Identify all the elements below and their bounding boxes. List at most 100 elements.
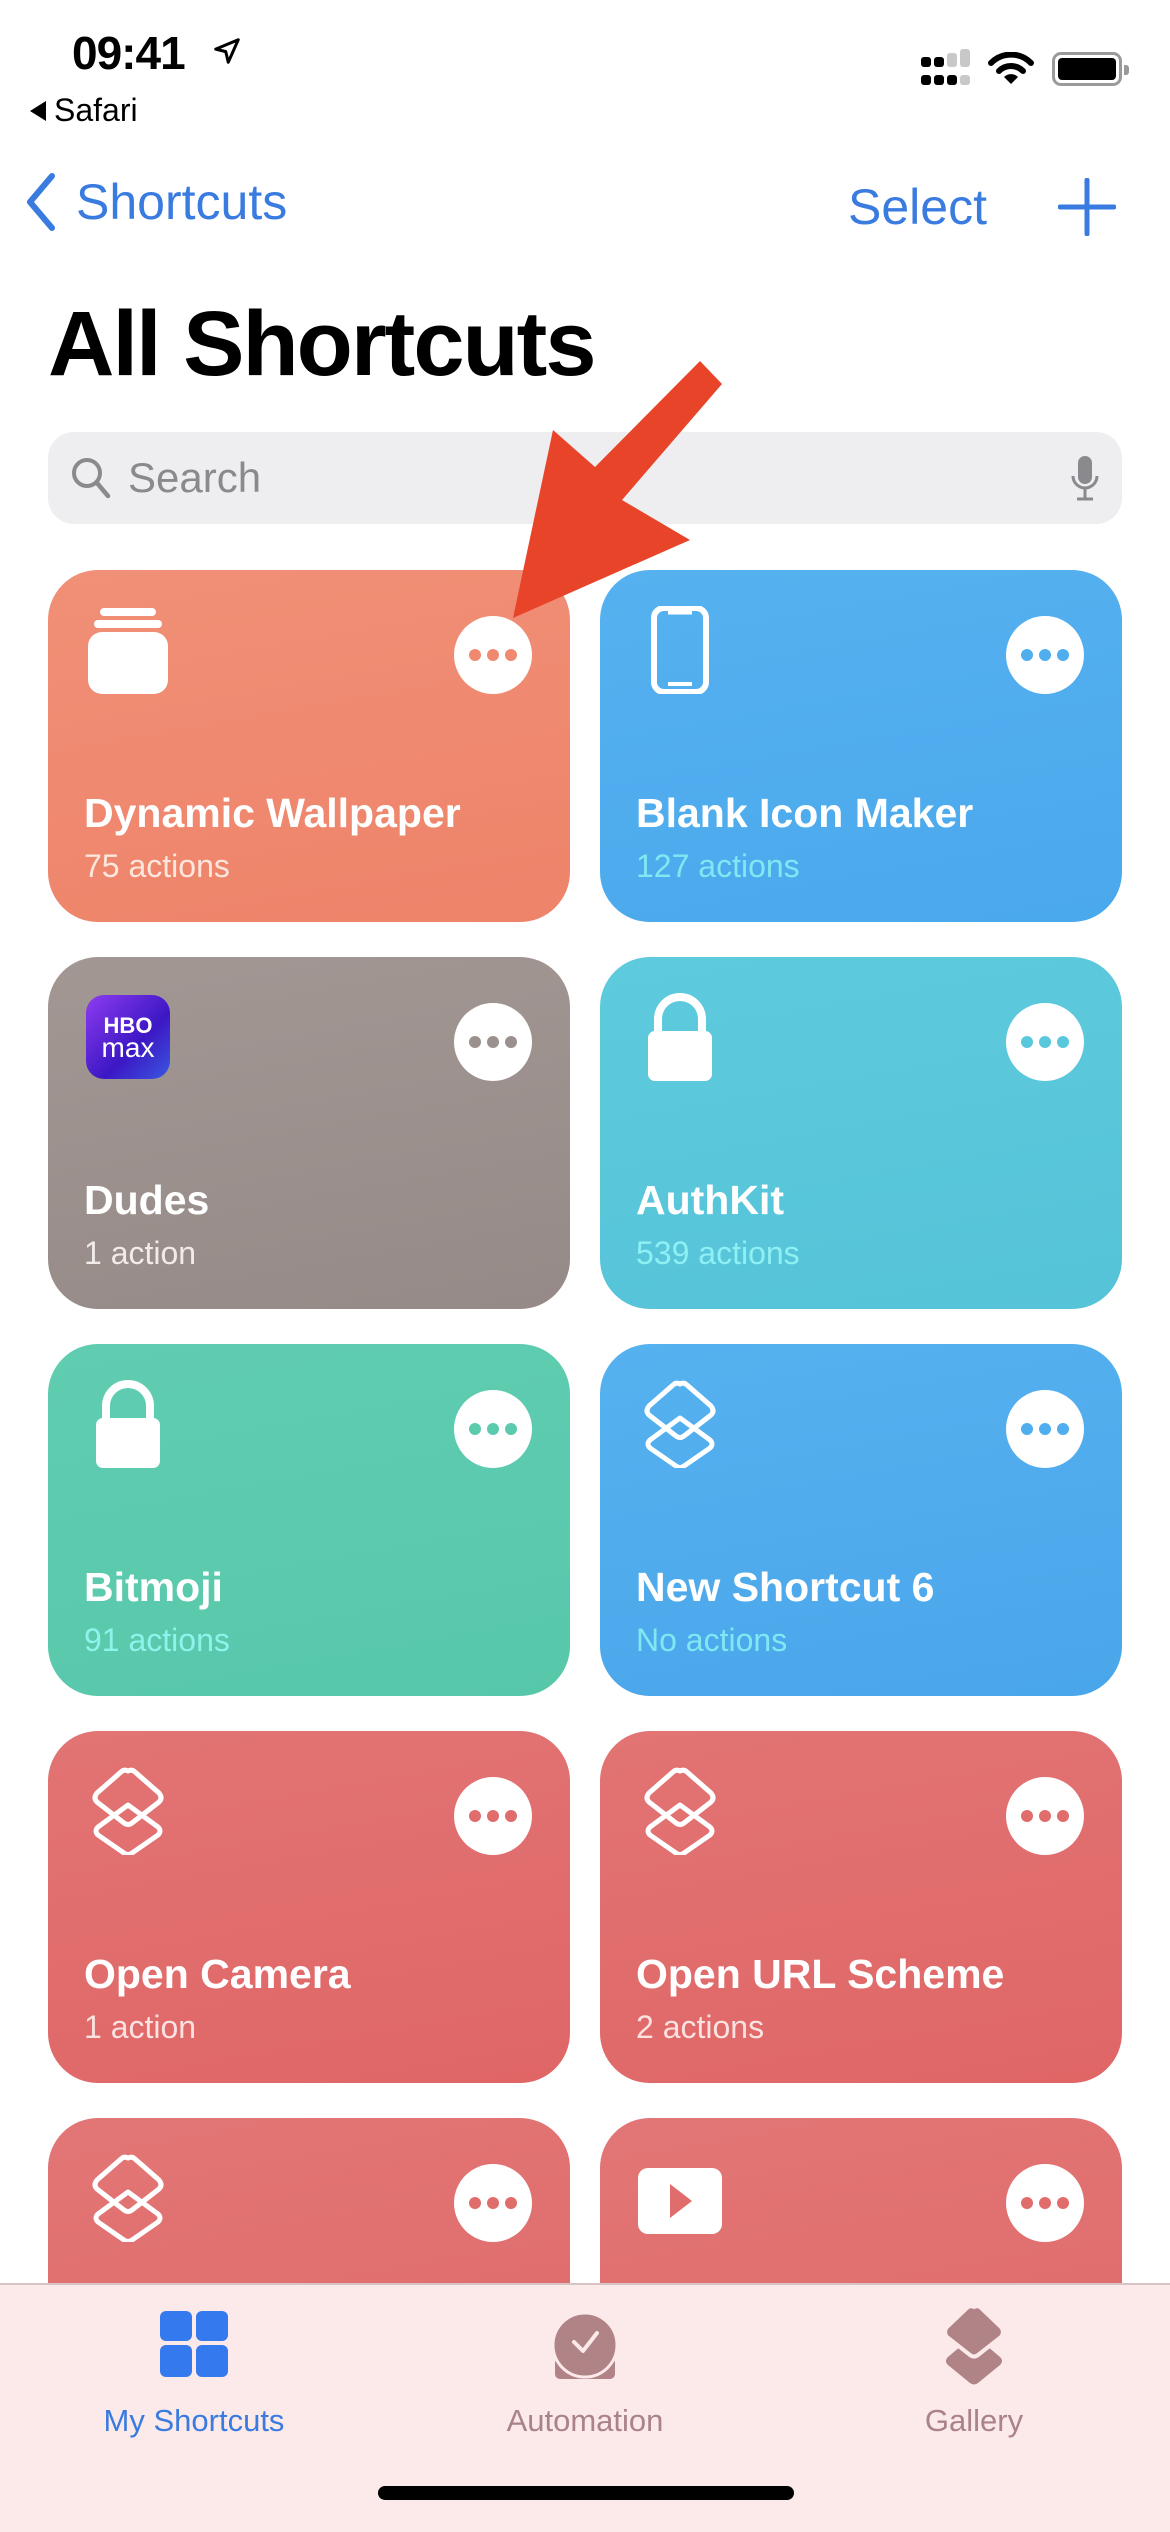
play-icon [638, 2154, 722, 2242]
ellipsis-dot [1021, 2197, 1033, 2209]
back-label: Shortcuts [76, 174, 288, 230]
select-button[interactable]: Select [848, 178, 987, 236]
ellipsis-dot [469, 1810, 481, 1822]
back-triangle-icon [30, 100, 46, 121]
shortcut-title: Blank Icon Maker [636, 790, 974, 836]
wifi-icon [988, 52, 1034, 84]
hbo-max-icon: HBO max [86, 993, 170, 1081]
home-indicator[interactable] [378, 2486, 794, 2500]
shortcut-title: Dudes [84, 1177, 210, 1223]
shortcut-action-count: 2 actions [636, 2009, 765, 2045]
ellipsis-dot [1039, 649, 1051, 661]
ellipsis-dot [1039, 1810, 1051, 1822]
grid-icon [160, 2311, 228, 2377]
ellipsis-dot [1021, 649, 1033, 661]
ellipsis-dot [469, 1423, 481, 1435]
ellipsis-dot [1039, 1036, 1051, 1048]
shortcuts-layers-icon [86, 2154, 170, 2244]
iphone-icon [638, 605, 722, 695]
status-time: 09:41 [72, 27, 186, 79]
shortcut-card[interactable]: Open URL Scheme 2 actions [600, 1731, 1122, 2083]
layers-icon [943, 2305, 1005, 2385]
ellipsis-dot [487, 2197, 499, 2209]
tab-automation[interactable]: Automation [435, 2305, 735, 2439]
shortcut-card[interactable]: New Shortcut 6 No actions [600, 1344, 1122, 1696]
ellipsis-dot [469, 649, 481, 661]
shortcut-title: Open Camera [84, 1951, 351, 1997]
plus-icon[interactable] [1058, 178, 1116, 236]
shortcut-card[interactable]: Dynamic Wallpaper 75 actions [48, 570, 570, 922]
ellipsis-dot [505, 1036, 517, 1048]
ellipsis-dot [505, 2197, 517, 2209]
shortcuts-layers-icon [86, 1767, 170, 1857]
status-icons [921, 49, 1129, 86]
more-options-button[interactable] [1006, 1003, 1084, 1081]
ellipsis-dot [469, 1036, 481, 1048]
shortcut-card[interactable]: Blank Icon Maker 127 actions [600, 570, 1122, 922]
dual-signal-icon [921, 49, 970, 85]
ellipsis-dot [1021, 1423, 1033, 1435]
ellipsis-dot [487, 1423, 499, 1435]
stack-icon [86, 606, 170, 694]
shortcuts-layers-icon [638, 1380, 722, 1470]
shortcut-title: Open URL Scheme [636, 1951, 1005, 1997]
shortcut-title: AuthKit [636, 1177, 785, 1223]
location-arrow-icon [214, 38, 240, 64]
tab-label: Gallery [924, 2403, 1024, 2438]
more-options-button[interactable] [454, 1777, 532, 1855]
ellipsis-dot [1057, 2197, 1069, 2209]
ellipsis-dot [1021, 1810, 1033, 1822]
more-options-button[interactable] [454, 616, 532, 694]
ellipsis-dot [505, 649, 517, 661]
more-options-button[interactable] [1006, 2164, 1084, 2242]
back-app-label: Safari [54, 92, 138, 128]
chevron-left-icon [27, 173, 55, 231]
shortcut-title: New Shortcut 6 [636, 1564, 935, 1610]
shortcut-card[interactable]: Bitmoji 91 actions [48, 1344, 570, 1696]
page-title: All Shortcuts [48, 293, 596, 395]
more-options-button[interactable] [1006, 1390, 1084, 1468]
ellipsis-dot [1057, 1036, 1069, 1048]
shortcut-action-count: 127 actions [636, 848, 800, 884]
more-options-button[interactable] [1006, 1777, 1084, 1855]
back-to-shortcuts-button[interactable]: Shortcuts [24, 172, 287, 232]
ellipsis-dot [1057, 649, 1069, 661]
ellipsis-dot [1057, 1810, 1069, 1822]
svg-text:max: max [102, 1032, 155, 1063]
lock-icon [86, 1380, 170, 1468]
lock-icon [638, 993, 722, 1081]
shortcut-action-count: 539 actions [636, 1235, 800, 1271]
shortcut-action-count: 91 actions [84, 1622, 230, 1658]
ellipsis-dot [487, 649, 499, 661]
shortcut-action-count: 1 action [84, 2009, 197, 2045]
ellipsis-dot [487, 1810, 499, 1822]
shortcut-title: Dynamic Wallpaper [84, 790, 461, 836]
tab-gallery[interactable]: Gallery [824, 2305, 1124, 2439]
ellipsis-dot [1039, 1423, 1051, 1435]
shortcuts-layers-icon [638, 1767, 722, 1857]
more-options-button[interactable] [1006, 616, 1084, 694]
ellipsis-dot [469, 2197, 481, 2209]
ellipsis-dot [505, 1423, 517, 1435]
ellipsis-dot [1021, 1036, 1033, 1048]
more-options-button[interactable] [454, 1390, 532, 1468]
shortcut-action-count: 75 actions [84, 848, 230, 884]
ellipsis-dot [1039, 2197, 1051, 2209]
tab-label: My Shortcuts [103, 2403, 285, 2438]
shortcut-card[interactable]: Open Camera 1 action [48, 1731, 570, 2083]
shortcut-card[interactable]: AuthKit 539 actions [600, 957, 1122, 1309]
tab-my-shortcuts[interactable]: My Shortcuts [44, 2305, 344, 2439]
ellipsis-dot [505, 1810, 517, 1822]
shortcut-action-count: 1 action [84, 1235, 197, 1271]
search-bar[interactable]: Search [48, 432, 1122, 524]
more-options-button[interactable] [454, 2164, 532, 2242]
ellipsis-dot [1057, 1423, 1069, 1435]
shortcut-title: Bitmoji [84, 1564, 223, 1610]
shortcut-action-count: No actions [636, 1622, 788, 1658]
back-to-safari[interactable]: Safari [30, 92, 138, 129]
shortcut-card[interactable]: HBO max Dudes 1 action [48, 957, 570, 1309]
clock-check-icon [551, 2311, 619, 2379]
battery-icon [1052, 52, 1129, 86]
ellipsis-dot [487, 1036, 499, 1048]
more-options-button[interactable] [454, 1003, 532, 1081]
